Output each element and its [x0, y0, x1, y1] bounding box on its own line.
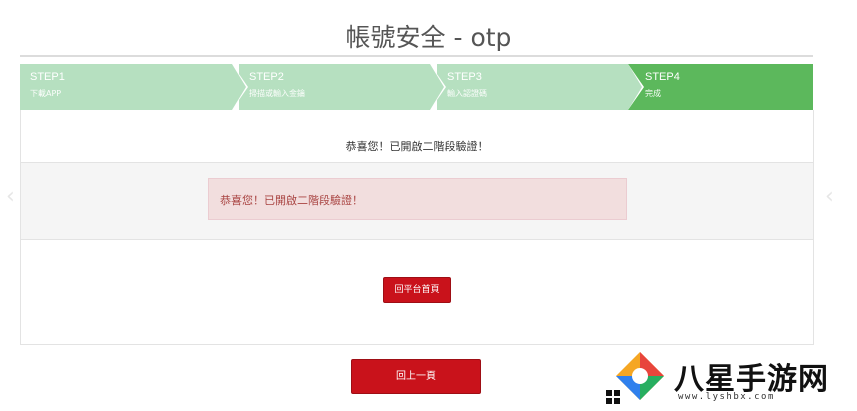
step-2-label: 掃描或輸入金鑰 [249, 89, 305, 98]
step-2-title: STEP2 [249, 71, 284, 83]
step-4-current: STEP4 完成 [628, 64, 813, 110]
step-3-title: STEP3 [447, 71, 482, 83]
step-progress-bar: STEP1 下載APP STEP2 掃描或輸入金鑰 STEP3 輸入認證碼 ST… [20, 64, 813, 110]
success-alert: 恭喜您！已開啟二階段驗證！ [208, 178, 627, 220]
home-button[interactable]: 回平台首頁 [383, 277, 451, 303]
success-message: 恭喜您！已開啟二階段驗證！ [345, 140, 489, 153]
result-panel: 恭喜您！已開啟二階段驗證！ 恭喜您！已開啟二階段驗證！ 回平台首頁 [20, 110, 814, 345]
carousel-next-icon[interactable]: ‹ [825, 184, 834, 209]
step-4-label: 完成 [645, 89, 661, 98]
watermark-logo-icon [616, 352, 664, 400]
step-4-title: STEP4 [645, 71, 680, 83]
carousel-prev-icon[interactable]: ‹ [6, 184, 15, 209]
step-1: STEP1 下載APP [20, 64, 248, 110]
step-3: STEP3 輸入認證碼 [437, 64, 644, 110]
watermark-url: www.lyshbx.com [678, 392, 775, 402]
step-3-label: 輸入認證碼 [447, 89, 487, 98]
title-divider [20, 55, 813, 57]
success-alert-text: 恭喜您！已開啟二階段驗證！ [220, 194, 363, 207]
page-title: 帳號安全 - otp [345, 23, 512, 52]
alert-band: 恭喜您！已開啟二階段驗證！ [21, 162, 813, 240]
step-2: STEP2 掃描或輸入金鑰 [239, 64, 446, 110]
back-button[interactable]: 回上一頁 [351, 359, 481, 394]
step-1-title: STEP1 [30, 71, 65, 83]
step-1-label: 下載APP [30, 89, 62, 98]
watermark: 八星手游网 www.lyshbx.com [606, 340, 857, 411]
